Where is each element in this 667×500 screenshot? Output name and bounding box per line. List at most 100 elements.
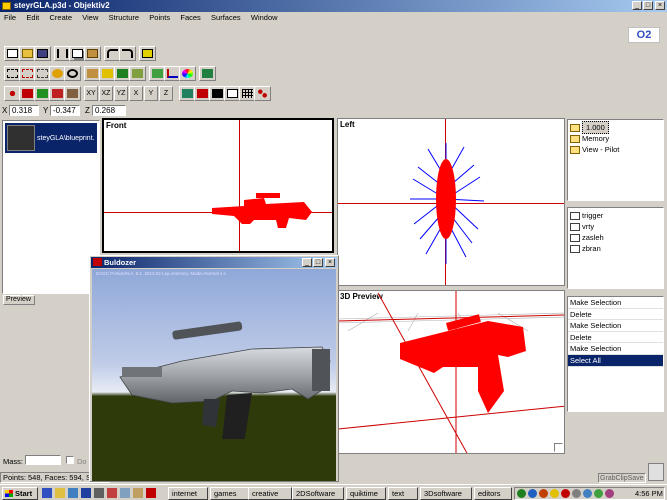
zoom-tool-button[interactable] bbox=[64, 66, 81, 81]
taskbar-group-2dsoftware[interactable]: 2DSoftware bbox=[292, 487, 344, 500]
history-item[interactable]: Delete bbox=[568, 309, 663, 321]
axis-x-button[interactable]: X bbox=[129, 86, 143, 101]
taskbar-group-text[interactable]: text bbox=[388, 487, 418, 500]
media-icon[interactable] bbox=[120, 488, 130, 498]
selection-item[interactable]: zasleh bbox=[570, 232, 661, 243]
tray-update-icon[interactable] bbox=[561, 489, 570, 498]
history-item[interactable]: Make Selection bbox=[568, 297, 663, 309]
menu-edit[interactable]: Edit bbox=[22, 13, 43, 22]
taskbar-group-editors[interactable]: editors bbox=[474, 487, 512, 500]
selection-item[interactable]: trigger bbox=[570, 210, 661, 221]
taskbar-group-creative[interactable]: creative bbox=[248, 487, 292, 500]
select-add-icon bbox=[22, 69, 33, 78]
coord-y-field[interactable]: -0.347 bbox=[50, 105, 80, 116]
history-item[interactable]: Make Selection bbox=[568, 320, 663, 332]
minimize-icon[interactable]: _ bbox=[632, 1, 642, 10]
preview-3d-viewport[interactable]: 3D Preview bbox=[337, 290, 565, 454]
menu-window[interactable]: Window bbox=[247, 13, 282, 22]
taskbar-group-3dsoftware[interactable]: 3Dsoftware bbox=[420, 487, 472, 500]
selection-item[interactable]: vrty bbox=[570, 221, 661, 232]
buldozer-button[interactable] bbox=[139, 46, 156, 61]
lod-level-icon bbox=[570, 134, 580, 143]
axis-yz-button[interactable]: YZ bbox=[114, 86, 128, 101]
menu-create[interactable]: Create bbox=[46, 13, 77, 22]
scatter-points-icon bbox=[257, 89, 268, 98]
menu-points[interactable]: Points bbox=[145, 13, 174, 22]
close-icon[interactable]: × bbox=[655, 1, 665, 10]
group-label: creative bbox=[252, 489, 279, 498]
pan-icon bbox=[52, 69, 63, 78]
taskbar-group-games[interactable]: games bbox=[210, 487, 250, 500]
tray-widget-icon bbox=[648, 463, 664, 481]
material-tool-button[interactable] bbox=[199, 66, 216, 81]
selection-item[interactable]: zbran bbox=[570, 243, 661, 254]
menu-file[interactable]: File bbox=[0, 13, 20, 22]
paste-button[interactable] bbox=[84, 46, 101, 61]
rotate-icon bbox=[102, 69, 113, 78]
group-label: quiktime bbox=[350, 489, 378, 498]
taskbar-group-internet[interactable]: internet bbox=[168, 487, 208, 500]
tray-antivirus-icon[interactable] bbox=[528, 489, 537, 498]
app-shortcut-icon[interactable] bbox=[107, 488, 117, 498]
axis-y-button[interactable]: Y bbox=[144, 86, 158, 101]
app-icon bbox=[2, 2, 11, 10]
selection-icon bbox=[570, 222, 580, 231]
preview-tab[interactable]: Preview bbox=[3, 295, 35, 305]
tray-volume-icon[interactable] bbox=[572, 489, 581, 498]
thumbnail-item[interactable]: steyGLA\blueprint. bbox=[5, 123, 97, 153]
buldozer-minimize-icon[interactable]: _ bbox=[302, 258, 312, 267]
axis-z-button[interactable]: Z bbox=[159, 86, 173, 101]
lod-item[interactable]: View - Pilot bbox=[570, 144, 661, 155]
tray-network-icon[interactable] bbox=[517, 489, 526, 498]
menu-surfaces[interactable]: Surfaces bbox=[207, 13, 245, 22]
save-button[interactable] bbox=[34, 46, 51, 61]
menu-faces[interactable]: Faces bbox=[176, 13, 204, 22]
history-item[interactable]: Select All bbox=[568, 354, 663, 367]
buldozer-render-view[interactable]: DAGC Portion/N.A. 8.1. 2013.02 Lay=memor… bbox=[92, 269, 336, 481]
outlook-icon[interactable] bbox=[68, 488, 78, 498]
points-view-button[interactable] bbox=[254, 86, 271, 101]
coord-z-field[interactable]: 0.268 bbox=[92, 105, 126, 116]
select-arrow-icon bbox=[7, 69, 18, 78]
desktop-icon[interactable] bbox=[81, 488, 91, 498]
menu-view[interactable]: View bbox=[78, 13, 102, 22]
color-tool-button[interactable] bbox=[179, 66, 196, 81]
menu-structure[interactable]: Structure bbox=[105, 13, 143, 22]
axis-xz-button[interactable]: XZ bbox=[99, 86, 113, 101]
history-item[interactable]: Delete bbox=[568, 332, 663, 344]
axis-xy-button[interactable]: XY bbox=[84, 86, 98, 101]
tray-power-icon[interactable] bbox=[594, 489, 603, 498]
tray-display-icon[interactable] bbox=[583, 489, 592, 498]
buldozer-close-icon[interactable]: × bbox=[325, 258, 335, 267]
tray-misc-icon[interactable] bbox=[605, 489, 614, 498]
window-title: steyrGLA.p3d - Objektiv2 bbox=[14, 1, 110, 10]
redo-button[interactable] bbox=[119, 46, 136, 61]
mass-field[interactable] bbox=[25, 455, 61, 465]
history-item[interactable]: Make Selection bbox=[568, 343, 663, 355]
open-folder-icon bbox=[22, 49, 33, 58]
ie-icon[interactable] bbox=[42, 488, 52, 498]
buldozer-window[interactable]: Buldozer _ □ × DAGC Portion/N.A. 8.1. 20… bbox=[89, 255, 339, 482]
tray-messenger-icon[interactable] bbox=[550, 489, 559, 498]
lod-item[interactable]: Memory bbox=[570, 133, 661, 144]
lod-item[interactable]: 1.000 bbox=[570, 121, 661, 134]
left-viewport[interactable]: Left bbox=[337, 118, 565, 286]
mirror-tool-button[interactable] bbox=[129, 66, 146, 81]
start-button[interactable]: Start bbox=[2, 487, 38, 500]
taskbar-group-quiktime[interactable]: quiktime bbox=[346, 487, 386, 500]
coord-x-field[interactable]: 0.318 bbox=[9, 105, 39, 116]
buldozer-task-icon[interactable] bbox=[146, 488, 156, 498]
taskbar-clock: 4:56 PM bbox=[635, 489, 663, 498]
tray-firewall-icon[interactable] bbox=[539, 489, 548, 498]
rifle-render-shape bbox=[119, 321, 331, 439]
mass-checkbox[interactable] bbox=[66, 456, 74, 464]
buldozer-maximize-icon[interactable]: □ bbox=[313, 258, 323, 267]
maximize-icon[interactable]: □ bbox=[643, 1, 653, 10]
front-viewport[interactable]: Front bbox=[102, 118, 334, 253]
shortcut-icon[interactable] bbox=[133, 488, 143, 498]
grabclipsave-button[interactable]: GrabClipSave bbox=[598, 473, 646, 483]
lock-mode-button[interactable] bbox=[64, 86, 81, 101]
selection-icon bbox=[570, 233, 580, 242]
cmd-icon[interactable] bbox=[94, 488, 104, 498]
explorer-icon[interactable] bbox=[55, 488, 65, 498]
